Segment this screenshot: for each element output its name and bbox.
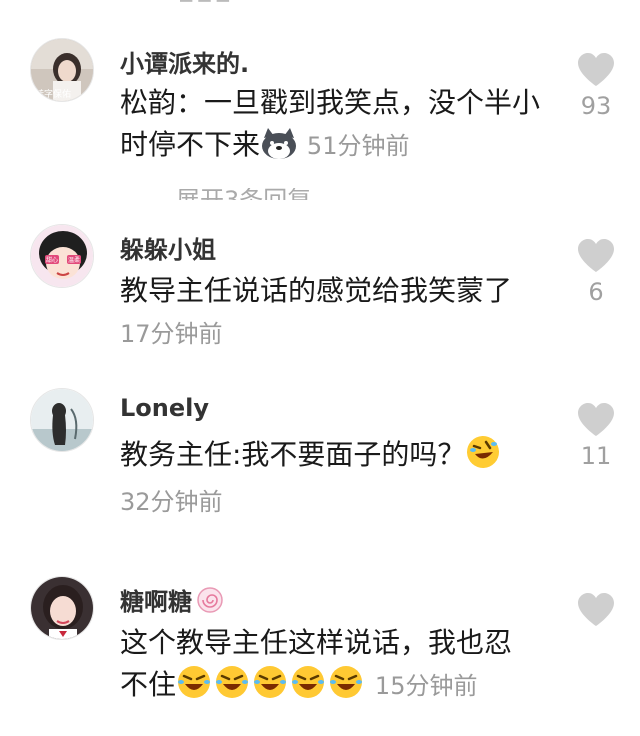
- avatar-tag: 温柔: [68, 256, 80, 264]
- expand-replies-button[interactable]: 展开3条回复: [176, 188, 356, 200]
- avatar[interactable]: 转字保佑: [30, 38, 94, 102]
- like-count: 93: [580, 92, 612, 120]
- heart-icon: [578, 53, 614, 86]
- avatar-image: 转字保佑: [31, 39, 93, 101]
- like-button[interactable]: 11: [574, 402, 618, 470]
- comment-text-content: 不住: [120, 668, 177, 701]
- comment-text: 松韵：一旦戳到我笑点，没个半小时停不下来 51分钟前: [120, 82, 560, 172]
- heart-icon: [578, 593, 614, 626]
- username[interactable]: 糖啊糖: [120, 582, 224, 620]
- comment-text-line-2: 不住 15分钟前: [120, 664, 560, 712]
- username[interactable]: Lonely: [120, 394, 209, 422]
- avatar[interactable]: [30, 576, 94, 640]
- heart-icon: [578, 403, 614, 436]
- expand-replies-label: 展开3条回复: [176, 188, 356, 200]
- avatar-image: [31, 389, 93, 451]
- like-button[interactable]: 6: [574, 238, 618, 306]
- heart-icon: [578, 239, 614, 272]
- avatar-tag: 甜心: [46, 256, 58, 264]
- like-count: 11: [580, 442, 612, 470]
- candy-icon: [196, 586, 224, 620]
- like-button[interactable]: 93: [574, 52, 618, 120]
- like-count: 6: [588, 278, 604, 306]
- comment-text: 这个教导主任这样说话，我也忍 不住 15分钟前: [120, 622, 560, 712]
- comment-time: 17分钟前: [120, 320, 223, 348]
- avatar-image: 甜心 温柔: [31, 225, 93, 287]
- avatar[interactable]: [30, 388, 94, 452]
- username[interactable]: 躲躲小姐: [120, 230, 216, 265]
- rofl-emoji-icon: [465, 434, 501, 482]
- laughing-emoji-row: [176, 664, 366, 712]
- dog-emoji-icon: [260, 128, 298, 172]
- comment-time: 15分钟前: [374, 672, 478, 700]
- comment-text-content: 教务主任:我不要面子的吗？: [120, 438, 466, 471]
- comment-time: 32分钟前: [120, 488, 223, 516]
- laughing-emoji-icon: [178, 666, 363, 698]
- comment-text: 教导主任说话的感觉给我笑蒙了: [120, 274, 513, 307]
- avatar-image: [31, 577, 93, 639]
- comment-list: ━ ━ ━ 转字保佑 小谭派来的. 松韵：一旦戳到我笑点，没个半小时停不下来: [0, 0, 640, 736]
- avatar[interactable]: 甜心 温柔: [30, 224, 94, 288]
- like-button[interactable]: [574, 592, 618, 632]
- comment-text: 教务主任:我不要面子的吗？: [120, 434, 560, 482]
- username-text: 糖啊糖: [120, 588, 192, 616]
- top-cutoff-fragment: ━ ━ ━: [180, 0, 240, 2]
- avatar-caption: 转字保佑: [35, 88, 71, 100]
- username[interactable]: 小谭派来的.: [120, 44, 249, 79]
- comment-text-line: 这个教导主任这样说话，我也忍: [120, 626, 513, 659]
- comment-time: 51分钟前: [306, 132, 410, 160]
